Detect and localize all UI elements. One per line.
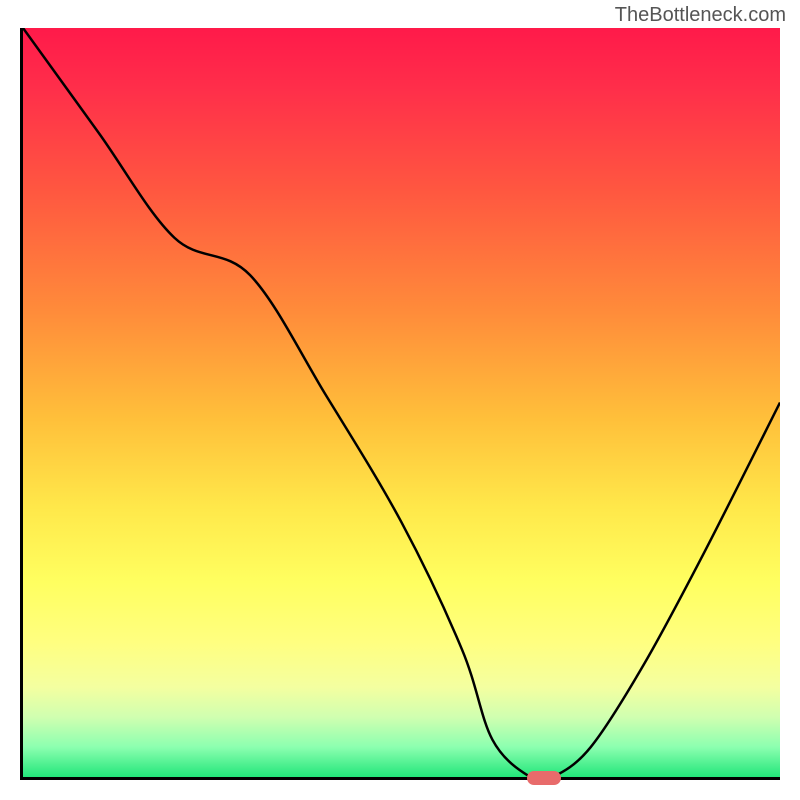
optimal-marker bbox=[527, 771, 561, 785]
watermark-text: TheBottleneck.com bbox=[615, 4, 786, 27]
bottleneck-curve bbox=[23, 28, 780, 777]
chart-svg bbox=[23, 28, 780, 777]
plot-area bbox=[20, 28, 780, 780]
